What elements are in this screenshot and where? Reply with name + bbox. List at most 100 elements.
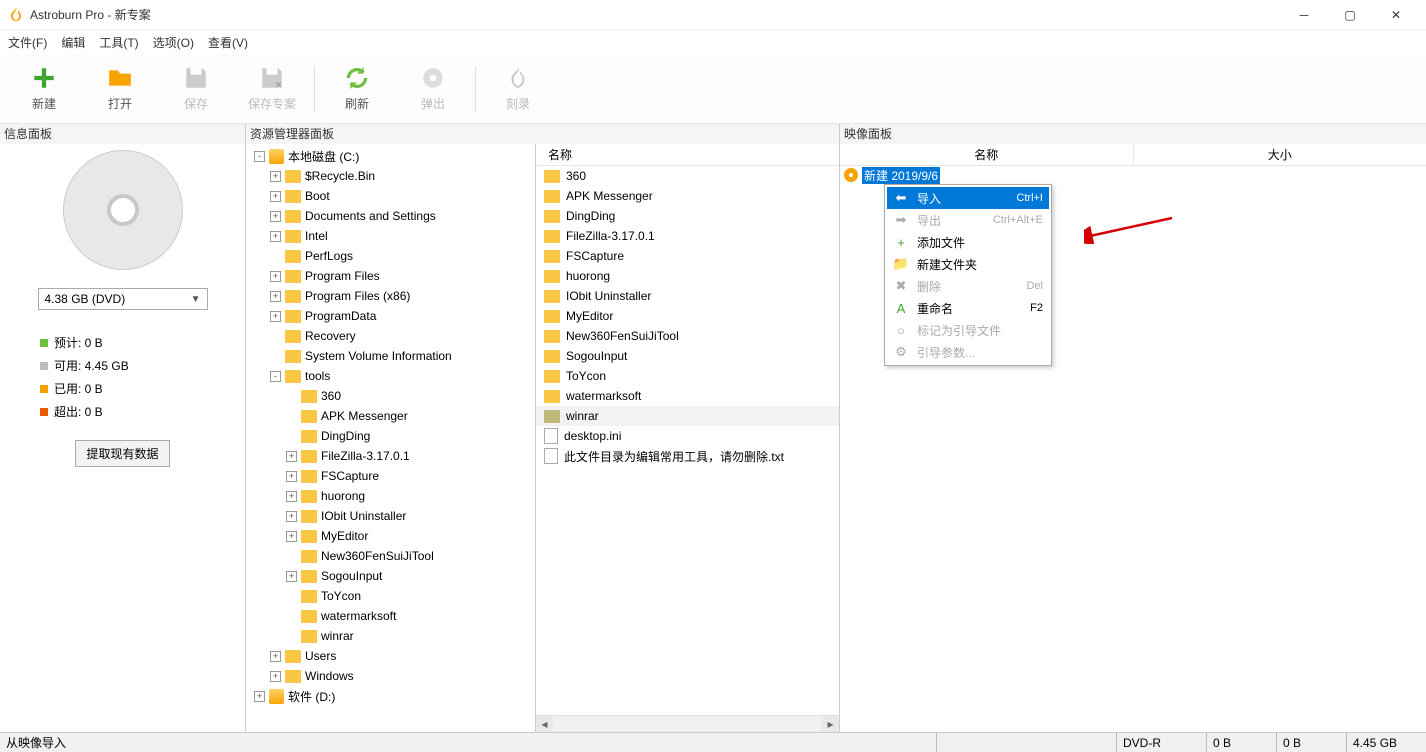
- file-row[interactable]: SogouInput: [536, 346, 839, 366]
- expand-icon[interactable]: +: [286, 471, 297, 482]
- expand-icon[interactable]: +: [286, 511, 297, 522]
- tree-item[interactable]: +FSCapture: [246, 466, 535, 486]
- toolbar-open[interactable]: 打开: [82, 59, 158, 119]
- tree-item[interactable]: watermarksoft: [246, 606, 535, 626]
- expand-icon[interactable]: +: [270, 211, 281, 222]
- tree-item[interactable]: +huorong: [246, 486, 535, 506]
- context-menu-item[interactable]: +添加文件: [887, 231, 1049, 253]
- close-button[interactable]: ✕: [1374, 1, 1418, 29]
- folder-icon: [544, 390, 560, 403]
- disc-size-select[interactable]: 4.38 GB (DVD) ▼: [38, 288, 208, 310]
- tree-item[interactable]: APK Messenger: [246, 406, 535, 426]
- image-col-size[interactable]: 大小: [1134, 144, 1426, 165]
- toolbar-new[interactable]: 新建: [6, 59, 82, 119]
- menu-file[interactable]: 文件(F): [8, 34, 47, 51]
- expand-icon[interactable]: +: [270, 291, 281, 302]
- tree-item[interactable]: -本地磁盘 (C:): [246, 146, 535, 166]
- tree-item[interactable]: +软件 (D:): [246, 686, 535, 706]
- file-row[interactable]: New360FenSuiJiTool: [536, 326, 839, 346]
- file-row[interactable]: IObit Uninstaller: [536, 286, 839, 306]
- file-icon: [544, 448, 558, 464]
- menu-view[interactable]: 查看(V): [208, 34, 248, 51]
- expand-icon[interactable]: +: [270, 191, 281, 202]
- toolbar-save-project[interactable]: 保存专案: [234, 59, 310, 119]
- file-row[interactable]: 360: [536, 166, 839, 186]
- expand-icon[interactable]: +: [286, 451, 297, 462]
- image-root-item[interactable]: 新建 2019/9/6: [840, 166, 1426, 184]
- folder-icon: [301, 430, 317, 443]
- menu-options[interactable]: 选项(O): [153, 34, 194, 51]
- tree-item[interactable]: +FileZilla-3.17.0.1: [246, 446, 535, 466]
- explorer-panel: -本地磁盘 (C:)+$Recycle.Bin+Boot+Documents a…: [246, 144, 840, 732]
- expand-icon[interactable]: +: [286, 571, 297, 582]
- tree-item[interactable]: 360: [246, 386, 535, 406]
- toolbar-save[interactable]: 保存: [158, 59, 234, 119]
- file-row[interactable]: winrar: [536, 406, 839, 426]
- tree-item[interactable]: DingDing: [246, 426, 535, 446]
- expand-icon[interactable]: +: [286, 491, 297, 502]
- tree-item[interactable]: +ProgramData: [246, 306, 535, 326]
- file-row[interactable]: FileZilla-3.17.0.1: [536, 226, 839, 246]
- filelist-header-name[interactable]: 名称: [536, 144, 839, 166]
- tree-item[interactable]: PerfLogs: [246, 246, 535, 266]
- file-row[interactable]: watermarksoft: [536, 386, 839, 406]
- file-row[interactable]: DingDing: [536, 206, 839, 226]
- context-menu-item[interactable]: ⬅导入Ctrl+I: [887, 187, 1049, 209]
- menu-item-icon: ○: [893, 322, 909, 338]
- file-list-body[interactable]: 360APK MessengerDingDingFileZilla-3.17.0…: [536, 166, 839, 715]
- tree-item[interactable]: +$Recycle.Bin: [246, 166, 535, 186]
- scroll-right-icon[interactable]: ▸: [822, 716, 839, 733]
- image-col-name[interactable]: 名称: [840, 144, 1134, 165]
- minimize-button[interactable]: ─: [1282, 1, 1326, 29]
- tree-item[interactable]: System Volume Information: [246, 346, 535, 366]
- folder-tree[interactable]: -本地磁盘 (C:)+$Recycle.Bin+Boot+Documents a…: [246, 144, 536, 732]
- expand-icon[interactable]: +: [270, 311, 281, 322]
- toolbar-refresh[interactable]: 刷新: [319, 59, 395, 119]
- context-menu-item[interactable]: 📁新建文件夹: [887, 253, 1049, 275]
- tree-item[interactable]: +Users: [246, 646, 535, 666]
- menu-edit[interactable]: 编辑: [61, 34, 85, 51]
- expand-icon[interactable]: +: [270, 171, 281, 182]
- file-row[interactable]: APK Messenger: [536, 186, 839, 206]
- expand-icon[interactable]: +: [270, 271, 281, 282]
- tree-item[interactable]: +Program Files (x86): [246, 286, 535, 306]
- status-progress: [936, 733, 1116, 752]
- tree-item[interactable]: +Windows: [246, 666, 535, 686]
- menu-item-icon: ➡: [893, 212, 909, 228]
- file-row[interactable]: MyEditor: [536, 306, 839, 326]
- context-menu-item[interactable]: A重命名F2: [887, 297, 1049, 319]
- tree-item[interactable]: +Program Files: [246, 266, 535, 286]
- tree-item[interactable]: +Boot: [246, 186, 535, 206]
- maximize-button[interactable]: ▢: [1328, 1, 1372, 29]
- tree-item[interactable]: +Documents and Settings: [246, 206, 535, 226]
- folder-icon: [285, 310, 301, 323]
- tree-item[interactable]: +IObit Uninstaller: [246, 506, 535, 526]
- tree-item[interactable]: +SogouInput: [246, 566, 535, 586]
- extract-data-button[interactable]: 提取现有数据: [75, 440, 169, 467]
- tree-item[interactable]: -tools: [246, 366, 535, 386]
- expand-icon[interactable]: +: [270, 651, 281, 662]
- file-row[interactable]: FSCapture: [536, 246, 839, 266]
- toolbar-separator: [475, 66, 476, 112]
- tree-item[interactable]: New360FenSuiJiTool: [246, 546, 535, 566]
- menu-tools[interactable]: 工具(T): [99, 34, 138, 51]
- expand-icon[interactable]: +: [270, 231, 281, 242]
- toolbar-eject[interactable]: 弹出: [395, 59, 471, 119]
- file-row[interactable]: huorong: [536, 266, 839, 286]
- expand-icon[interactable]: -: [270, 371, 281, 382]
- tree-item[interactable]: winrar: [246, 626, 535, 646]
- file-row[interactable]: 此文件目录为编辑常用工具，请勿删除.txt: [536, 446, 839, 466]
- expand-icon[interactable]: +: [254, 691, 265, 702]
- horizontal-scrollbar[interactable]: ◂ ▸: [536, 715, 839, 732]
- file-row[interactable]: desktop.ini: [536, 426, 839, 446]
- scroll-left-icon[interactable]: ◂: [536, 716, 553, 733]
- tree-item[interactable]: +MyEditor: [246, 526, 535, 546]
- tree-item[interactable]: +Intel: [246, 226, 535, 246]
- toolbar-burn[interactable]: 刻录: [480, 59, 556, 119]
- tree-item[interactable]: ToYcon: [246, 586, 535, 606]
- file-row[interactable]: ToYcon: [536, 366, 839, 386]
- expand-icon[interactable]: +: [286, 531, 297, 542]
- expand-icon[interactable]: -: [254, 151, 265, 162]
- tree-item[interactable]: Recovery: [246, 326, 535, 346]
- expand-icon[interactable]: +: [270, 671, 281, 682]
